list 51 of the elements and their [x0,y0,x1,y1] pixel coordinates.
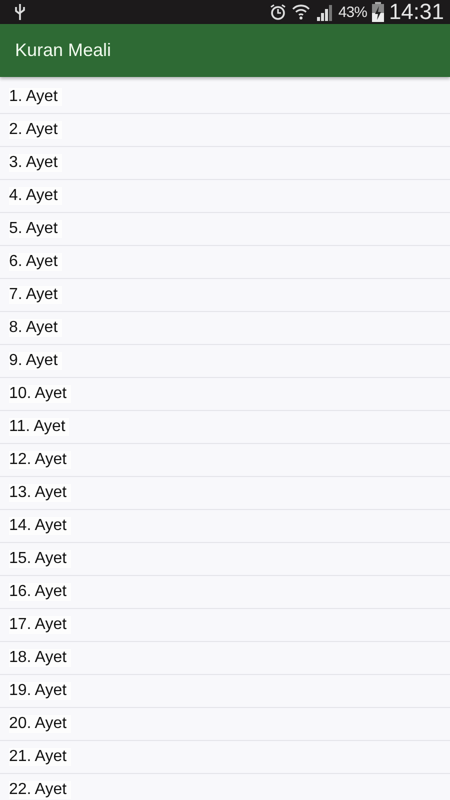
verse-label: 8. Ayet [9,319,62,337]
verse-list-item[interactable]: 1. Ayet [0,81,450,114]
verse-list-item[interactable]: 8. Ayet [0,312,450,345]
verse-list-item[interactable]: 7. Ayet [0,279,450,312]
battery-percentage: 43% [338,4,367,20]
signal-icon [315,3,334,21]
verse-label: 1. Ayet [9,88,62,106]
app-title: Kuran Meali [15,40,112,61]
verse-list-item[interactable]: 12. Ayet [0,444,450,477]
clock: 14:31 [388,0,444,25]
verse-label: 19. Ayet [9,682,71,700]
verse-label: 11. Ayet [9,418,70,436]
verse-label: 4. Ayet [9,187,62,205]
verse-list-item[interactable]: 22. Ayet [0,774,450,800]
verse-label: 7. Ayet [9,286,62,304]
verse-label: 18. Ayet [9,649,71,667]
verse-label: 2. Ayet [9,121,62,139]
verse-list-item[interactable]: 17. Ayet [0,609,450,642]
verse-label: 20. Ayet [9,715,71,733]
verse-list-item[interactable]: 21. Ayet [0,741,450,774]
verse-list-item[interactable]: 9. Ayet [0,345,450,378]
verse-list-item[interactable]: 14. Ayet [0,510,450,543]
verse-label: 21. Ayet [9,748,71,766]
verse-label: 6. Ayet [9,253,62,271]
verse-list-item[interactable]: 15. Ayet [0,543,450,576]
verse-list-item[interactable]: 20. Ayet [0,708,450,741]
verse-label: 16. Ayet [9,583,71,601]
verse-list-item[interactable]: 2. Ayet [0,114,450,147]
verse-label: 5. Ayet [9,220,62,238]
verse-label: 9. Ayet [9,352,62,370]
verse-list-item[interactable]: 18. Ayet [0,642,450,675]
verse-list-item[interactable]: 19. Ayet [0,675,450,708]
verse-label: 13. Ayet [9,484,71,502]
verse-label: 3. Ayet [9,154,62,172]
verse-list-item[interactable]: 10. Ayet [0,378,450,411]
verse-list-item[interactable]: 11. Ayet [0,411,450,444]
verse-list-item[interactable]: 13. Ayet [0,477,450,510]
verse-label: 22. Ayet [9,781,71,799]
verse-list-item[interactable]: 6. Ayet [0,246,450,279]
verse-list-item[interactable]: 4. Ayet [0,180,450,213]
wifi-icon [292,4,310,20]
verse-label: 12. Ayet [9,451,71,469]
verse-list-item[interactable]: 3. Ayet [0,147,450,180]
alarm-icon [269,3,288,21]
verse-list-item[interactable]: 16. Ayet [0,576,450,609]
verse-label: 14. Ayet [9,517,71,535]
usb-icon [14,3,26,21]
verse-list-item[interactable]: 5. Ayet [0,213,450,246]
verse-label: 15. Ayet [9,550,71,568]
verse-label: 17. Ayet [9,616,71,634]
verse-label: 10. Ayet [9,385,71,403]
